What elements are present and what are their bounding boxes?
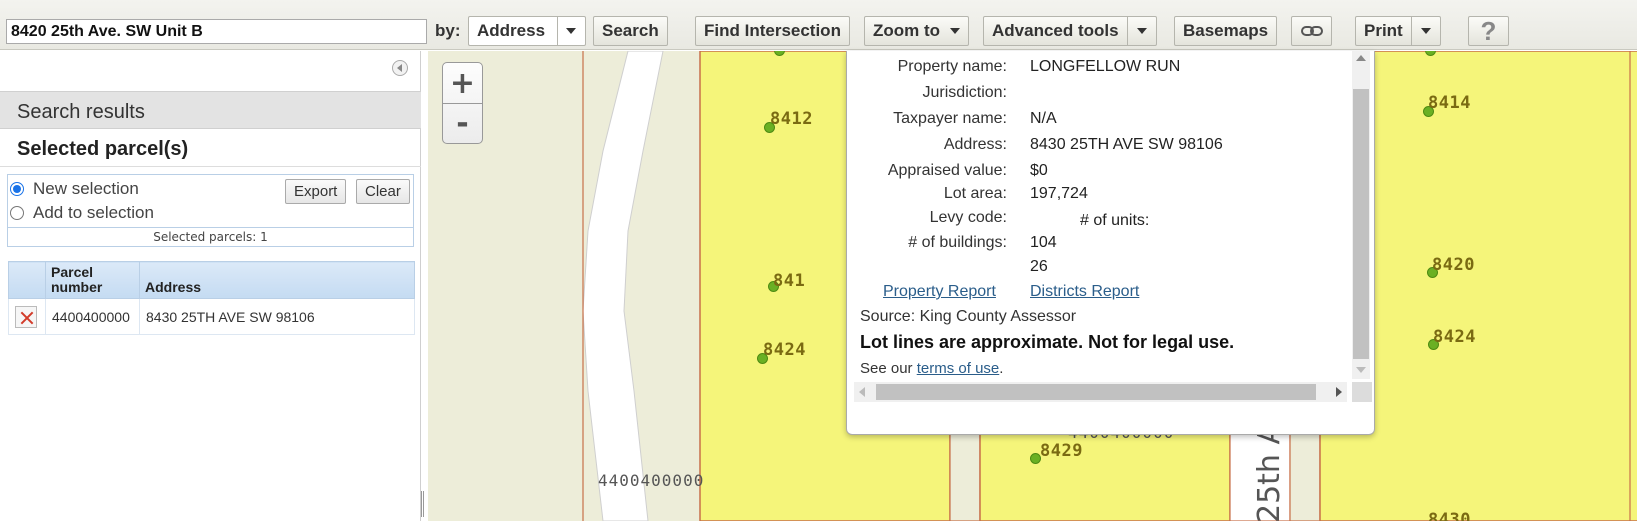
new-selection-radio[interactable] <box>10 182 24 196</box>
source-text: Source: King County Assessor <box>860 308 1077 325</box>
terms-text: See our terms of use. <box>860 360 1004 377</box>
search-by-select[interactable]: Address <box>468 16 586 46</box>
address-label: 8424 <box>1433 327 1476 347</box>
clear-button[interactable]: Clear <box>356 179 410 204</box>
buildings-label: # of buildings: <box>908 234 1007 251</box>
popup-horizontal-scrollbar[interactable] <box>854 382 1347 402</box>
new-selection-label: New selection <box>33 179 139 198</box>
toolbar: by: Address Search Find Intersection Zoo… <box>0 0 1637 50</box>
address-cell: 8430 25TH AVE SW 98106 <box>139 298 415 335</box>
link-icon <box>1300 26 1323 36</box>
panel-resize-handle[interactable] <box>421 491 424 517</box>
parcel-number-cell: 4400400000 <box>45 298 140 335</box>
col-actions <box>8 261 46 299</box>
print-label: Print <box>1356 17 1412 45</box>
col-parcel-number[interactable]: Parcel number <box>45 261 140 299</box>
chevron-down-icon[interactable] <box>1128 17 1156 45</box>
add-to-selection-radio[interactable] <box>10 206 24 220</box>
scroll-down-icon[interactable] <box>1356 367 1366 373</box>
property-name-value: LONGFELLOW RUN <box>1030 58 1181 75</box>
chevron-down-icon[interactable] <box>558 17 585 45</box>
basemaps-button[interactable]: Basemaps <box>1174 16 1278 46</box>
popup-vertical-scrollbar[interactable] <box>1352 51 1370 379</box>
scroll-thumb[interactable] <box>1353 89 1369 359</box>
advanced-tools-button[interactable]: Advanced tools <box>983 16 1157 46</box>
zoom-control: + - <box>442 62 483 144</box>
terms-of-use-link[interactable]: terms of use <box>917 360 1000 377</box>
link-button[interactable] <box>1291 16 1332 46</box>
scroll-up-icon[interactable] <box>1356 55 1366 61</box>
address-label: Address: <box>943 136 1007 153</box>
zoom-out-button[interactable]: - <box>443 103 482 143</box>
search-button[interactable]: Search <box>593 16 668 46</box>
selection-options: New selection Add to selection Export Cl… <box>7 174 414 247</box>
taxpayer-name-label: Taxpayer name: <box>893 110 1007 127</box>
lot-area-label: Lot area: <box>943 185 1007 202</box>
help-button[interactable]: ? <box>1468 16 1509 46</box>
appraised-value-value: $0 <box>1030 162 1048 179</box>
help-icon: ? <box>1480 15 1497 46</box>
popup-content: Property name: LONGFELLOW RUN Jurisdicti… <box>847 51 1352 377</box>
col-address[interactable]: Address <box>139 261 415 299</box>
levy-code-label: Levy code: <box>929 209 1007 226</box>
buildings-value: 26 <box>1030 258 1048 275</box>
address-label: 8430 <box>1428 510 1471 521</box>
address-label: 8414 <box>1428 93 1471 113</box>
find-intersection-button[interactable]: Find Intersection <box>695 16 850 46</box>
add-to-selection-label: Add to selection <box>33 203 154 222</box>
address-value: 8430 25TH AVE SW 98106 <box>1030 136 1223 153</box>
address-label: 8412 <box>770 109 813 129</box>
left-panel: Search results Selected parcel(s) New se… <box>0 51 424 521</box>
print-button[interactable]: Print <box>1355 16 1441 46</box>
property-name-label: Property name: <box>897 58 1007 75</box>
advanced-tools-label: Advanced tools <box>984 17 1128 45</box>
property-report-link[interactable]: Property Report <box>883 283 996 301</box>
lot-area-value: 197,724 <box>1030 185 1088 202</box>
chevron-down-icon[interactable] <box>1412 17 1440 45</box>
units-label: # of units: <box>1080 212 1150 229</box>
scroll-left-icon[interactable] <box>859 387 865 397</box>
address-label: 841 <box>773 271 806 291</box>
zoom-to-button[interactable]: Zoom to <box>864 16 970 46</box>
export-button[interactable]: Export <box>285 179 347 204</box>
scrollbar-corner <box>1352 382 1372 402</box>
remove-row-icon[interactable] <box>15 305 37 328</box>
scroll-right-icon[interactable] <box>1336 387 1342 397</box>
disclaimer-text: Lot lines are approximate. Not for legal… <box>860 332 1235 352</box>
address-label: 8420 <box>1432 255 1475 275</box>
selected-parcels-count: Selected parcels: 1 <box>8 227 413 246</box>
districts-report-link[interactable]: Districts Report <box>1030 283 1139 301</box>
taxpayer-name-value: N/A <box>1030 110 1057 127</box>
address-label: 8424 <box>763 340 806 360</box>
chevron-down-icon <box>950 28 961 34</box>
parcel-number-label: 4400400000 <box>598 471 705 490</box>
by-label: by: <box>435 21 461 40</box>
scroll-thumb[interactable] <box>876 384 1316 400</box>
parcel-info-popup: Property name: LONGFELLOW RUN Jurisdicti… <box>846 51 1375 435</box>
jurisdiction-label: Jurisdiction: <box>922 84 1007 101</box>
address-search-input[interactable] <box>6 19 427 44</box>
search-by-value: Address <box>469 17 558 45</box>
selected-parcels-header[interactable]: Selected parcel(s) <box>0 129 421 167</box>
search-results-header[interactable]: Search results <box>0 91 421 129</box>
zoom-in-button[interactable]: + <box>443 63 482 103</box>
parcel-table: Parcel number Address 4400400000 8430 25T… <box>8 261 415 335</box>
levy-code-value: 104 <box>1030 234 1057 251</box>
table-row[interactable]: 4400400000 8430 25TH AVE SW 98106 <box>8 298 415 335</box>
address-label: 8429 <box>1040 441 1083 461</box>
collapse-panel-icon[interactable] <box>392 60 408 76</box>
new-selection-option[interactable]: New selection <box>10 179 139 199</box>
appraised-value-label: Appraised value: <box>887 162 1007 179</box>
add-to-selection-option[interactable]: Add to selection <box>10 203 154 223</box>
